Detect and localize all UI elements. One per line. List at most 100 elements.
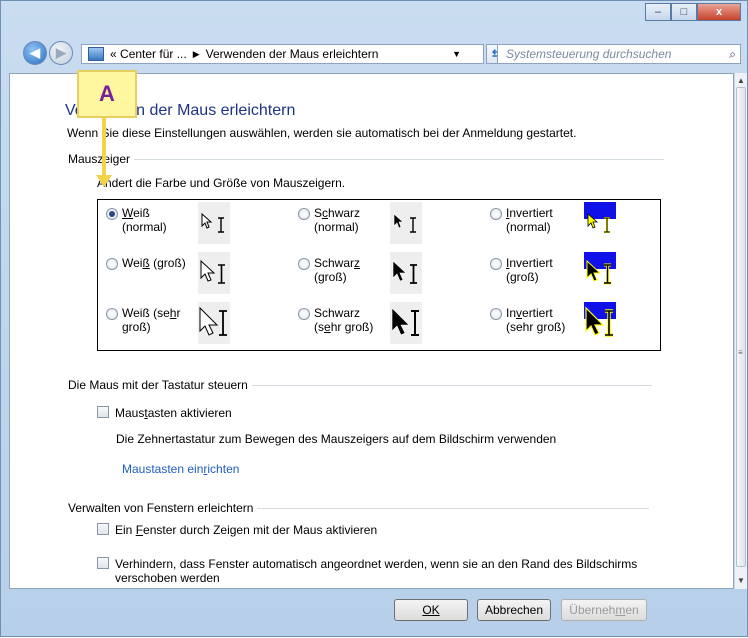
title-bar: – □ x [1, 1, 747, 33]
scroll-grip-icon: ≡ [738, 348, 743, 357]
preview-white-extra-large [198, 302, 230, 344]
back-button[interactable]: ◀ [23, 41, 47, 65]
pointer-preview-icon [392, 260, 417, 284]
radio-inverted-large[interactable]: Invertiert (groß) [490, 256, 576, 284]
pointer-preview-icon [586, 259, 611, 285]
pointer-scheme-group: Weiß (normal) Schwarz (normal) Invertiert(… [97, 199, 661, 351]
preview-inverted-extra-large [584, 302, 616, 344]
radio-button[interactable] [490, 308, 502, 320]
mousekeys-label[interactable]: Maustasten aktivieren [115, 406, 232, 420]
radio-black-extra-large[interactable]: Schwarz (sehr groß) [298, 306, 384, 334]
radio-white-normal[interactable]: Weiß (normal) [106, 206, 192, 234]
content-pane: Verwenden der Maus erleichtern Wenn Sie … [9, 73, 734, 589]
scroll-thumb[interactable] [736, 87, 746, 567]
mousekeys-description: Die Zehnertastatur zum Bewegen des Mausz… [116, 432, 557, 446]
radio-button[interactable] [106, 258, 118, 270]
radio-button[interactable] [298, 308, 310, 320]
mousekeys-setup-link[interactable]: Maustasten einrichten [122, 462, 239, 476]
section-label: Verwalten von Fenstern erleichtern [68, 501, 254, 515]
callout-connector [102, 117, 106, 177]
radio-button[interactable] [298, 258, 310, 270]
radio-black-large[interactable]: Schwarz (groß) [298, 256, 384, 284]
hover-activate-checkbox[interactable] [97, 523, 109, 535]
preview-inverted-normal [584, 202, 616, 244]
section-keyboard-mouse: Die Maus mit der Tastatur steuern [68, 378, 652, 392]
maximize-button[interactable]: □ [671, 3, 697, 21]
address-dropdown-icon[interactable]: ▼ [452, 49, 461, 59]
radio-button[interactable] [106, 308, 118, 320]
mouse-pointers-description: Ändert die Farbe und Größe von Mauszeige… [97, 176, 346, 190]
scroll-down-icon[interactable]: ▼ [735, 573, 747, 587]
breadcrumb-current[interactable]: Verwenden der Maus erleichtern [206, 47, 379, 61]
preview-white-large [198, 252, 230, 294]
pointer-preview-icon [587, 213, 610, 233]
hover-activate-checkbox-row[interactable]: Ein Fenster durch Zeigen mit der Maus ak… [97, 523, 377, 537]
radio-button[interactable] [298, 208, 310, 220]
forward-arrow-icon: ▶ [56, 45, 66, 60]
radio-inverted-extra-large[interactable]: Invertiert (sehr groß) [490, 306, 576, 334]
scroll-up-icon[interactable]: ▲ [735, 73, 747, 87]
section-label: Mauszeiger [68, 152, 131, 166]
hover-activate-label[interactable]: Ein Fenster durch Zeigen mit der Maus ak… [115, 523, 377, 537]
forward-button[interactable]: ▶ [49, 41, 73, 65]
option-label[interactable]: Weiß (groß) [122, 256, 192, 270]
radio-white-large[interactable]: Weiß (groß) [106, 256, 192, 270]
apply-button[interactable]: Überneh m en [561, 599, 647, 621]
radio-black-normal[interactable]: Schwarz (normal) [298, 206, 384, 234]
vertical-scrollbar[interactable]: ▲ ≡ ▼ [734, 73, 747, 589]
pointer-preview-icon [585, 306, 613, 337]
radio-button[interactable] [106, 208, 118, 220]
option-label[interactable]: Invertiert (groß) [506, 256, 576, 284]
breadcrumb-center[interactable]: Center für ... [120, 47, 187, 61]
mousekeys-checkbox-row[interactable]: Maustasten aktivieren [97, 406, 232, 420]
dialog-button-bar: OK Abbrechen Überneh m en [1, 589, 747, 638]
option-label[interactable]: Weiß (sehr groß) [122, 306, 192, 334]
preview-inverted-large [584, 252, 616, 294]
pointer-preview-icon [199, 306, 227, 336]
option-label[interactable]: Schwarz (groß) [314, 256, 384, 284]
page-subtitle: Wenn Sie diese Einstellungen auswählen, … [67, 126, 577, 140]
ok-button[interactable]: OK [394, 599, 468, 621]
section-label: Die Maus mit der Tastatur steuern [68, 378, 248, 392]
section-window-management: Verwalten von Fenstern erleichtern [68, 501, 650, 515]
option-label[interactable]: Schwarz (normal) [314, 206, 384, 234]
preview-black-normal [390, 202, 422, 244]
search-placeholder: Systemsteuerung durchsuchen [506, 47, 672, 61]
prevent-arrange-label[interactable]: Verhindern, dass Fenster automatisch ang… [115, 557, 697, 585]
annotation-callout: A [77, 70, 137, 118]
preview-black-large [390, 252, 422, 294]
pointer-preview-icon [391, 307, 419, 336]
option-label[interactable]: Schwarz (sehr groß) [314, 306, 384, 334]
caption-buttons: – □ x [645, 3, 741, 21]
search-icon[interactable]: ⌕ [729, 47, 736, 62]
address-bar[interactable]: « Center für ... ▶ Verwenden der Maus er… [81, 44, 484, 64]
minimize-button[interactable]: – [645, 3, 671, 21]
preview-white-normal [198, 202, 230, 244]
prevent-arrange-checkbox-row[interactable]: Verhindern, dass Fenster automatisch ang… [97, 557, 697, 585]
radio-inverted-normal[interactable]: Invertiert (normal) [490, 206, 576, 234]
back-arrow-icon: ◀ [30, 45, 40, 60]
search-input[interactable]: Systemsteuerung durchsuchen ⌕ [497, 44, 741, 64]
callout-arrow-icon [96, 175, 112, 187]
breadcrumb-separator-icon[interactable]: ▶ [193, 49, 200, 60]
control-panel-icon [88, 47, 104, 61]
mousekeys-checkbox[interactable] [97, 406, 109, 418]
close-button[interactable]: x [697, 3, 741, 21]
preview-black-extra-large [390, 302, 422, 344]
radio-button[interactable] [490, 208, 502, 220]
navigation-bar: ◀ ▶ « Center für ... ▶ Verwenden der Mau… [1, 37, 747, 69]
radio-button[interactable] [490, 258, 502, 270]
cancel-button[interactable]: Abbrechen [477, 599, 551, 621]
pointer-preview-icon [201, 212, 224, 233]
option-label[interactable]: Invertiert (normal) [506, 206, 576, 234]
section-divider [257, 507, 650, 509]
prevent-arrange-checkbox[interactable] [97, 557, 109, 569]
section-divider [251, 384, 652, 386]
radio-white-extra-large[interactable]: Weiß (sehr groß) [106, 306, 192, 334]
section-mouse-pointers: Mauszeiger [68, 152, 665, 166]
option-label[interactable]: Invertiert (sehr groß) [506, 306, 576, 334]
pointer-preview-icon [393, 213, 416, 233]
breadcrumb-overflow[interactable]: « [110, 47, 117, 61]
option-label[interactable]: Weiß (normal) [122, 206, 192, 234]
section-divider [134, 158, 665, 160]
